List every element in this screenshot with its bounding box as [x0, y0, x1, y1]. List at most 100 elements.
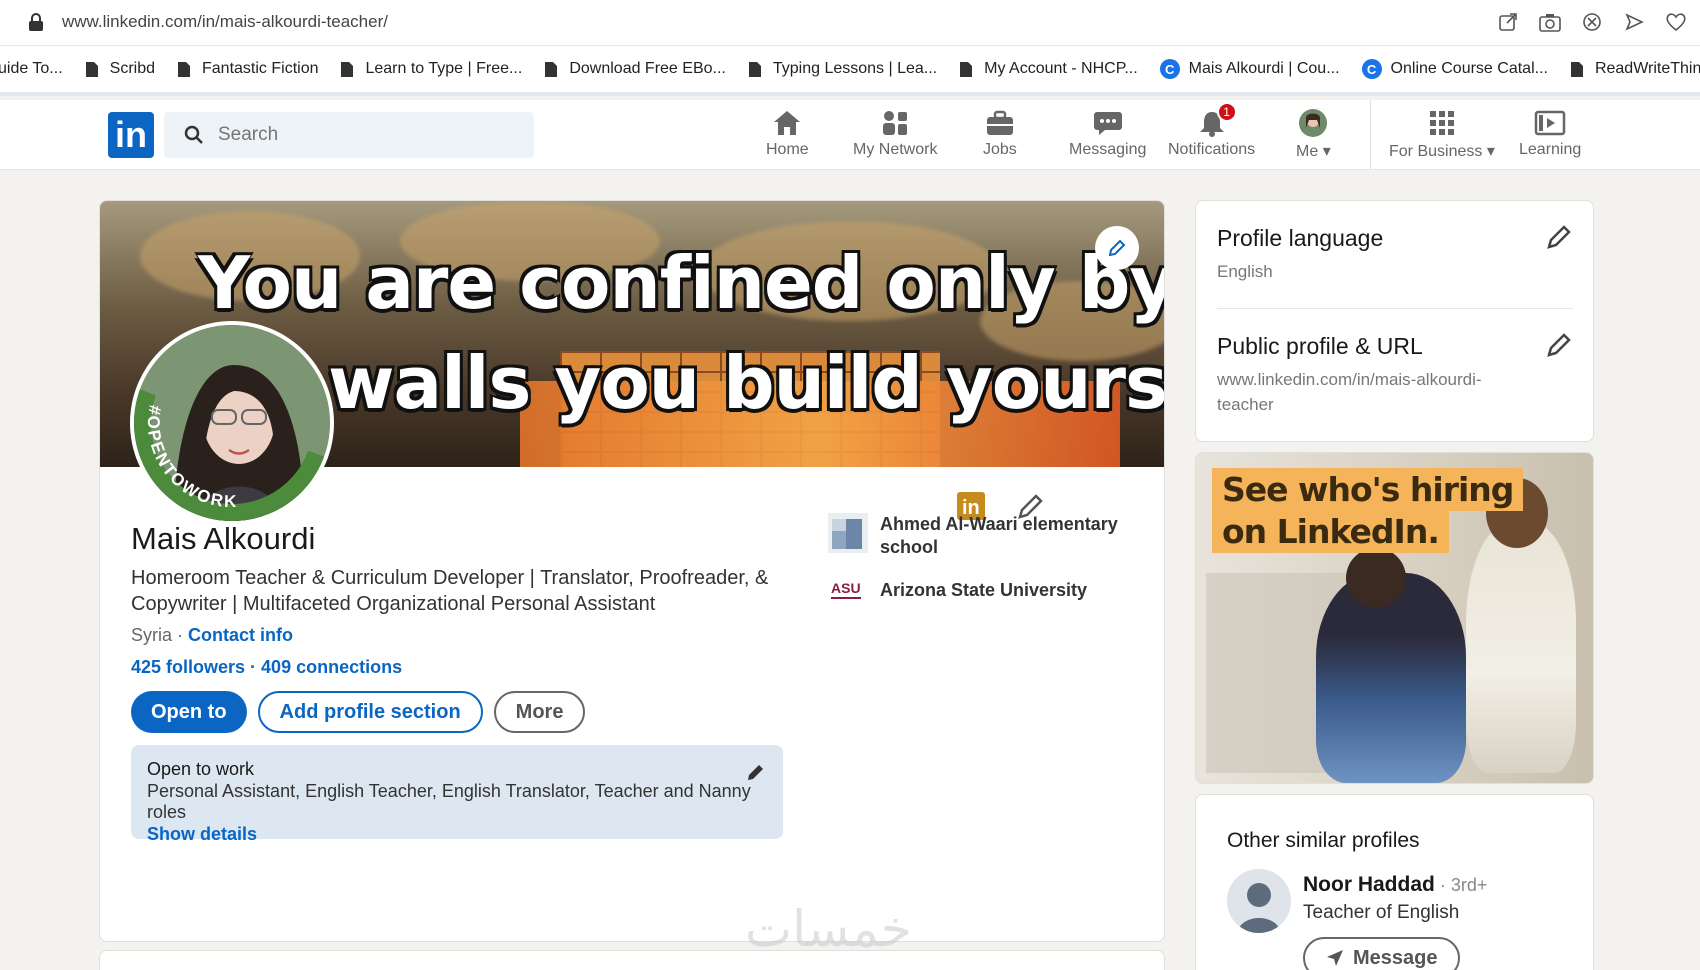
contact-info-link[interactable]: Contact info: [188, 625, 293, 645]
open-to-work-ring: #OPENTOWORK: [134, 386, 330, 521]
education-name: Arizona State University: [880, 580, 1088, 600]
svg-text:#OPENTOWORK: #OPENTOWORK: [134, 400, 263, 518]
nav-my-network[interactable]: My Network: [853, 108, 937, 159]
ad-person-2: [1466, 523, 1576, 773]
nav-learning[interactable]: Learning: [1519, 108, 1581, 159]
profile-language-title: Profile language: [1217, 225, 1384, 251]
show-details-link[interactable]: Show details: [147, 824, 767, 845]
lock-icon: [29, 13, 43, 31]
next-section-card: [99, 950, 1165, 970]
bookmark-item[interactable]: ReadWriteThink - R...: [1570, 60, 1700, 78]
page-icon: [85, 61, 98, 77]
edit-language-button[interactable]: [1545, 223, 1573, 251]
open-to-work-ring-text: #OPENTOWORK: [134, 400, 263, 518]
profile-headline: Homeroom Teacher & Curriculum Developer …: [131, 567, 769, 615]
bookmark-item[interactable]: Typing Lessons | Lea...: [748, 60, 937, 78]
url-field[interactable]: www.linkedin.com/in/mais-alkourdi-teache…: [62, 12, 388, 32]
nav-me-label: Me: [1296, 143, 1319, 160]
nav-home-label: Home: [766, 141, 809, 158]
learning-icon: [1534, 110, 1566, 136]
similar-profile-role: Teacher of English: [1303, 902, 1460, 923]
followers-link[interactable]: 425 followers: [131, 657, 245, 677]
ad-person-1: [1316, 573, 1466, 783]
nav-home[interactable]: Home: [766, 108, 809, 159]
nav-for-business[interactable]: For Business ▾: [1389, 108, 1495, 161]
edit-url-button[interactable]: [1545, 331, 1573, 359]
search-input[interactable]: [218, 124, 518, 146]
edit-banner-button[interactable]: [1095, 226, 1139, 270]
nav-me[interactable]: Me ▾: [1296, 108, 1331, 161]
page-icon: [748, 61, 761, 77]
ad-headline-line2: on LinkedIn.: [1212, 510, 1449, 553]
notification-badge: 1: [1216, 102, 1237, 122]
open-to-work-roles: Personal Assistant, English Teacher, Eng…: [147, 781, 751, 822]
bookmark-item[interactable]: Learn to Type | Free...: [340, 60, 522, 78]
public-profile-url: www.linkedin.com/in/mais-alkourdi-teache…: [1217, 370, 1482, 414]
search-box[interactable]: [164, 112, 534, 158]
bookmark-item[interactable]: Scribd: [85, 60, 155, 78]
connections-separator: ·: [245, 657, 262, 677]
bookmark-label: Scribd: [109, 60, 155, 77]
connections-link[interactable]: 409 connections: [261, 657, 402, 677]
heart-icon[interactable]: [1664, 10, 1688, 34]
linkedin-navbar: in Home My Network Jobs Messaging 1 Noti…: [0, 100, 1700, 170]
page-icon: [178, 61, 190, 77]
avatar-icon: [1299, 109, 1328, 137]
connection-degree: · 3rd+: [1434, 875, 1488, 895]
add-profile-section-button[interactable]: Add profile section: [257, 691, 483, 733]
coursera-icon: C: [1361, 59, 1382, 79]
briefcase-icon: [986, 110, 1013, 135]
share-icon[interactable]: [1496, 10, 1520, 34]
send-icon[interactable]: [1622, 10, 1646, 34]
hiring-ad-card[interactable]: See who's hiring on LinkedIn.: [1195, 452, 1594, 784]
bookmark-item[interactable]: C Mais Alkourdi | Cou...: [1159, 59, 1340, 79]
pencil-icon: [1108, 239, 1126, 257]
grid-icon: [1429, 111, 1454, 135]
bookmarks-bar: uide To... Scribd Fantastic Fiction Learn t…: [0, 46, 1700, 96]
similar-profile-name[interactable]: Noor Haddad: [1303, 873, 1435, 896]
public-profile-title: Public profile & URL: [1217, 333, 1423, 359]
bookmark-label: Fantastic Fiction: [202, 60, 319, 77]
experience-item-school[interactable]: Ahmed Al-Waari elementary school: [828, 513, 1120, 559]
bookmark-label: Mais Alkourdi | Cou...: [1188, 60, 1340, 77]
block-icon[interactable]: [1580, 10, 1604, 34]
more-button[interactable]: More: [493, 691, 586, 733]
nav-divider: [1370, 100, 1371, 170]
banner-quote-line1: You are confined only by: [198, 241, 1165, 325]
page-icon: [960, 61, 973, 77]
chevron-down-icon: ▾: [1486, 143, 1495, 160]
camera-icon[interactable]: [1538, 10, 1562, 34]
nav-notifications[interactable]: 1 Notifications: [1168, 102, 1255, 159]
bookmark-item[interactable]: C Online Course Catal...: [1361, 59, 1548, 79]
nav-messaging[interactable]: Messaging: [1069, 108, 1146, 159]
bookmark-item[interactable]: Fantastic Fiction: [177, 60, 318, 78]
open-to-work-box: Open to work Personal Assistant, English…: [131, 745, 783, 844]
search-icon: [184, 125, 203, 144]
location-separator: ·: [172, 625, 189, 645]
messaging-icon: [1093, 112, 1122, 135]
education-item-asu[interactable]: ASU Arizona State University: [828, 571, 1120, 611]
message-button[interactable]: Message: [1303, 937, 1460, 970]
profile-language-value: English: [1217, 262, 1273, 281]
bookmark-item[interactable]: My Account - NHCP...: [959, 60, 1138, 78]
profile-photo[interactable]: #OPENTOWORK: [130, 321, 334, 525]
watermark: خمسات: [745, 900, 912, 958]
open-to-button[interactable]: Open to: [131, 691, 247, 733]
profile-name: Mais Alkourdi: [131, 521, 316, 556]
pencil-icon[interactable]: [745, 761, 767, 783]
network-icon: [883, 111, 908, 135]
bookmark-label: Download Free EBo...: [569, 60, 726, 77]
chevron-down-icon: ▾: [1322, 143, 1331, 160]
nav-jobs-label: Jobs: [983, 141, 1017, 158]
linkedin-logo[interactable]: in: [108, 112, 154, 158]
bookmark-label: ReadWriteThink - R...: [1594, 60, 1700, 77]
bookmark-label: My Account - NHCP...: [984, 60, 1138, 77]
asu-logo: ASU: [828, 571, 868, 611]
bookmark-item[interactable]: Download Free EBo...: [544, 60, 726, 78]
bookmark-label: Online Course Catal...: [1390, 60, 1548, 77]
nav-messaging-label: Messaging: [1069, 141, 1147, 158]
page-icon: [1570, 61, 1583, 77]
bookmark-item[interactable]: uide To...: [0, 60, 63, 78]
nav-jobs[interactable]: Jobs: [983, 108, 1017, 159]
avatar[interactable]: [1227, 869, 1291, 933]
